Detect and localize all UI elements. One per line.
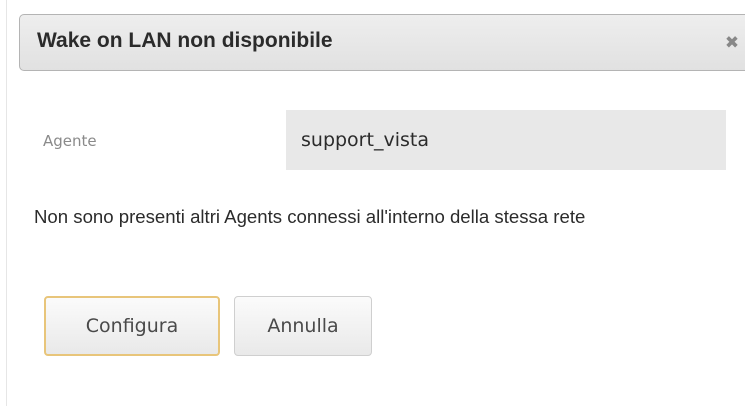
agent-label: Agente	[43, 132, 97, 150]
info-message: Non sono presenti altri Agents connessi …	[34, 206, 586, 227]
agent-value-field: support_vista	[286, 110, 726, 170]
dialog-title: Wake on LAN non disponibile	[37, 29, 333, 52]
dialog-titlebar: Wake on LAN non disponibile	[19, 14, 745, 71]
wake-on-lan-dialog: Wake on LAN non disponibile ✖ Agente sup…	[6, 0, 745, 406]
close-icon[interactable]: ✖	[720, 31, 744, 55]
configure-button[interactable]: Configura	[44, 296, 220, 356]
cancel-button[interactable]: Annulla	[234, 296, 372, 356]
